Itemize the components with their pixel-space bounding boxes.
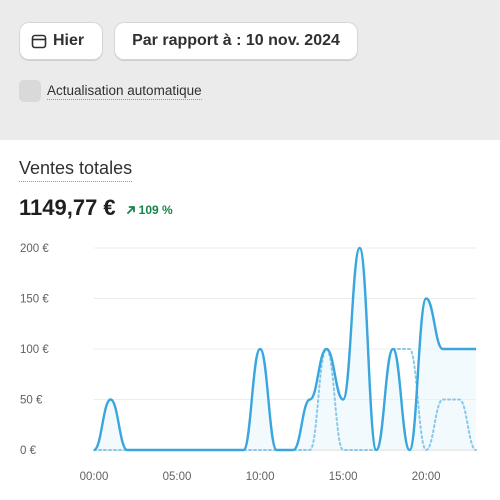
auto-refresh-label: Actualisation automatique: [47, 82, 202, 100]
compare-period-button[interactable]: Par rapport à : 10 nov. 2024: [114, 22, 358, 60]
toolbar-area: Hier Par rapport à : 10 nov. 2024 Actual…: [0, 0, 500, 140]
date-range-button[interactable]: Hier: [19, 22, 103, 60]
x-tick-label: 00:00: [80, 471, 109, 483]
arrow-up-right-icon: [126, 206, 135, 214]
sales-chart[interactable]: 0 € 50 € 100 € 150 € 200 € 00:00 05:00 10:00 15…: [0, 230, 500, 500]
y-tick-label: 150 €: [20, 294, 49, 306]
x-tick-label: 05:00: [163, 471, 192, 483]
delta-badge: 109 %: [126, 203, 173, 217]
y-axis: 0 € 50 € 100 € 150 € 200 €: [20, 243, 49, 457]
auto-refresh-toggle[interactable]: Actualisation automatique: [19, 80, 202, 102]
total-sales: 1149,77 € 109 %: [19, 195, 173, 221]
card-title[interactable]: Ventes totales: [19, 158, 133, 182]
y-tick-label: 100 €: [20, 344, 49, 356]
x-axis: 00:00 05:00 10:00 15:00 20:00: [80, 471, 441, 483]
date-range-label: Hier: [53, 32, 85, 49]
delta-value: 109 %: [138, 203, 173, 217]
total-sales-value: 1149,77 €: [19, 195, 116, 220]
x-tick-label: 10:00: [246, 471, 275, 483]
y-tick-label: 0 €: [20, 445, 37, 457]
x-tick-label: 20:00: [412, 471, 441, 483]
y-tick-label: 200 €: [20, 243, 49, 255]
y-tick-label: 50 €: [20, 395, 43, 407]
calendar-icon: [31, 34, 47, 49]
x-tick-label: 15:00: [329, 471, 358, 483]
compare-period-label: Par rapport à : 10 nov. 2024: [132, 32, 340, 49]
auto-refresh-checkbox[interactable]: [19, 80, 41, 102]
